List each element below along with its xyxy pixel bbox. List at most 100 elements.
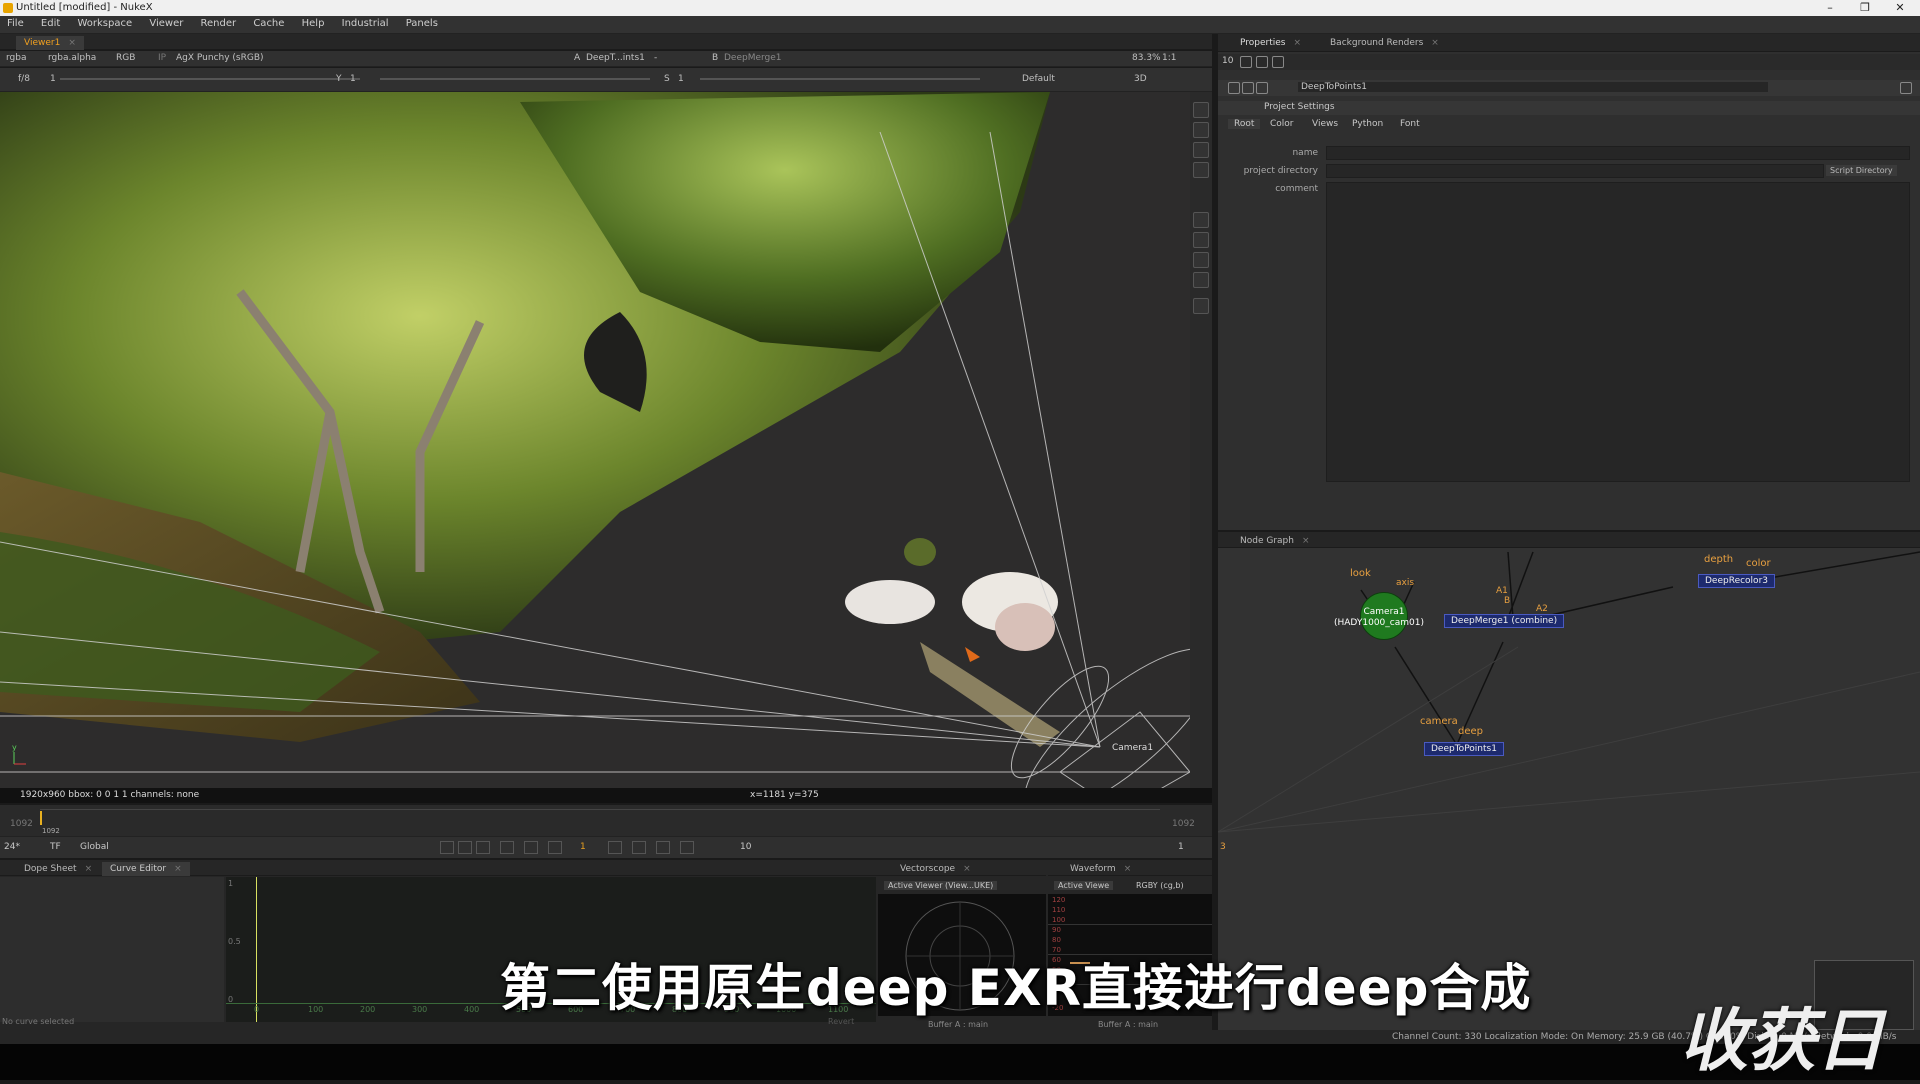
- end-frame-field[interactable]: 1: [1178, 842, 1184, 852]
- stop-icon[interactable]: [548, 841, 562, 854]
- deepmerge1-node[interactable]: DeepMerge1 (combine): [1444, 614, 1565, 628]
- current-frame[interactable]: 1: [580, 842, 586, 852]
- lut-select[interactable]: Default: [1022, 74, 1055, 84]
- step-forward-icon[interactable]: [632, 841, 646, 854]
- rotate-tool-icon[interactable]: [1193, 142, 1209, 158]
- timeline[interactable]: 1092 1092 1092: [0, 805, 1212, 837]
- tab-curve-editor[interactable]: Curve Editor ×: [102, 862, 190, 876]
- ip-toggle[interactable]: IP: [158, 53, 166, 63]
- step-back-icon[interactable]: [500, 841, 514, 854]
- tab-python[interactable]: Python: [1352, 119, 1383, 129]
- playhead[interactable]: [40, 811, 42, 825]
- fstop-value[interactable]: f/8: [18, 74, 30, 84]
- alpha-select[interactable]: rgba.alpha: [48, 53, 96, 63]
- menu-industrial[interactable]: Industrial: [335, 16, 396, 29]
- pixel-ratio[interactable]: 1:1: [1162, 53, 1176, 63]
- input-a-select[interactable]: DeepT...ints1: [586, 53, 645, 63]
- menu-panels[interactable]: Panels: [399, 16, 445, 29]
- input-b-select[interactable]: DeepMerge1: [724, 53, 782, 63]
- menu-cache[interactable]: Cache: [246, 16, 291, 29]
- mask-tool-icon[interactable]: [1193, 252, 1209, 268]
- menu-render[interactable]: Render: [194, 16, 244, 29]
- comment-field[interactable]: [1326, 182, 1910, 482]
- tab-background-renders[interactable]: Background Renders ×: [1322, 36, 1447, 50]
- view-mode-select[interactable]: 3D: [1134, 74, 1147, 84]
- play-forward-icon[interactable]: [608, 841, 622, 854]
- script-directory-button[interactable]: Script Directory: [1826, 165, 1897, 176]
- waveform-buffer: Buffer A : main: [1098, 1020, 1159, 1029]
- viewer-canvas[interactable]: Camera1 y: [0, 92, 1190, 792]
- node-properties-header: DeepToPoints1: [1218, 80, 1920, 96]
- play-backward-icon[interactable]: [524, 841, 538, 854]
- waveform-gridline: [1048, 924, 1212, 925]
- view-transform-select[interactable]: AgX Punchy (sRGB): [176, 53, 264, 63]
- tab-font[interactable]: Font: [1400, 119, 1420, 129]
- menu-file[interactable]: File: [0, 16, 31, 29]
- node-name-field[interactable]: DeepToPoints1: [1298, 82, 1768, 92]
- tab-waveform[interactable]: Waveform ×: [1062, 862, 1139, 876]
- grid-tool-icon[interactable]: [1193, 232, 1209, 248]
- transform-tool-icon[interactable]: [1193, 122, 1209, 138]
- gamma-slider[interactable]: [380, 78, 650, 80]
- properties-panel: Properties × Background Renders × 10 DeepT…: [1218, 34, 1920, 530]
- fps-select[interactable]: 24*: [4, 842, 20, 852]
- menu-workspace[interactable]: Workspace: [70, 16, 139, 29]
- waveform-source-select[interactable]: Active Viewe: [1054, 881, 1114, 890]
- zoom-level[interactable]: 83.3%: [1132, 53, 1161, 63]
- menu-help[interactable]: Help: [295, 16, 332, 29]
- loop-icon[interactable]: [440, 841, 454, 854]
- menu-bar: File Edit Workspace Viewer Render Cache …: [0, 16, 1920, 34]
- channels-select[interactable]: rgba: [6, 53, 26, 63]
- frame-tool-icon[interactable]: [1193, 298, 1209, 314]
- goto-end-icon[interactable]: [680, 841, 694, 854]
- minimize-button[interactable]: –: [1815, 1, 1845, 14]
- project-settings-header: Project Settings: [1218, 101, 1920, 115]
- curve-list[interactable]: [0, 877, 224, 1022]
- frame-increment[interactable]: 10: [740, 842, 751, 852]
- node-color-icon[interactable]: [1242, 82, 1254, 94]
- next-keyframe-icon[interactable]: [656, 841, 670, 854]
- crop-tool-icon[interactable]: [1193, 272, 1209, 288]
- properties-toolbar: 10: [1218, 54, 1920, 70]
- gain-value[interactable]: 1: [50, 74, 56, 84]
- timeline-track[interactable]: [40, 809, 1160, 810]
- tab-properties[interactable]: Properties ×: [1232, 36, 1309, 50]
- global-select[interactable]: Global: [80, 842, 109, 852]
- hide-icon[interactable]: [1256, 82, 1268, 94]
- edit-icon[interactable]: [1272, 56, 1284, 68]
- tab-root[interactable]: Root: [1228, 119, 1261, 129]
- wipe-mode-select[interactable]: -: [654, 53, 657, 63]
- gamma-value[interactable]: 1: [350, 74, 356, 84]
- menu-viewer[interactable]: Viewer: [142, 16, 190, 29]
- saturation-slider[interactable]: [700, 78, 980, 80]
- tab-views[interactable]: Views: [1312, 119, 1338, 129]
- close-properties-icon[interactable]: [1900, 82, 1912, 94]
- clear-panels-icon[interactable]: [1256, 56, 1268, 68]
- tab-vectorscope[interactable]: Vectorscope ×: [892, 862, 979, 876]
- waveform-mode-select[interactable]: RGBY (cg,b): [1136, 881, 1184, 890]
- vertex-tool-icon[interactable]: [1193, 162, 1209, 178]
- menu-edit[interactable]: Edit: [34, 16, 67, 29]
- lock-icon[interactable]: [1240, 56, 1252, 68]
- select-tool-icon[interactable]: [1193, 102, 1209, 118]
- deeptopoints1-node[interactable]: DeepToPoints1: [1424, 742, 1504, 756]
- collapse-icon[interactable]: [1228, 82, 1240, 94]
- gain-slider[interactable]: [60, 78, 360, 80]
- maximize-button[interactable]: ❐: [1850, 1, 1880, 14]
- tab-color[interactable]: Color: [1270, 119, 1294, 129]
- goto-start-icon[interactable]: [458, 841, 472, 854]
- max-panels-field[interactable]: 10: [1222, 56, 1233, 66]
- name-field[interactable]: [1326, 146, 1910, 160]
- tab-dope-sheet[interactable]: Dope Sheet ×: [16, 862, 100, 876]
- prev-keyframe-icon[interactable]: [476, 841, 490, 854]
- tf-select[interactable]: TF: [50, 842, 61, 852]
- deeprecolor3-node[interactable]: DeepRecolor3: [1698, 574, 1775, 588]
- layers-tool-icon[interactable]: [1193, 212, 1209, 228]
- project-directory-field[interactable]: [1326, 164, 1824, 178]
- vectorscope-source-select[interactable]: Active Viewer (View...UKE): [884, 881, 998, 890]
- viewer-status: 1920x960 bbox: 0 0 1 1 channels: none x=…: [0, 788, 1212, 803]
- close-button[interactable]: ✕: [1885, 1, 1915, 14]
- saturation-value[interactable]: 1: [678, 74, 684, 84]
- colorspace-mode-select[interactable]: RGB: [116, 53, 135, 63]
- tab-viewer1[interactable]: Viewer1 ×: [16, 36, 84, 50]
